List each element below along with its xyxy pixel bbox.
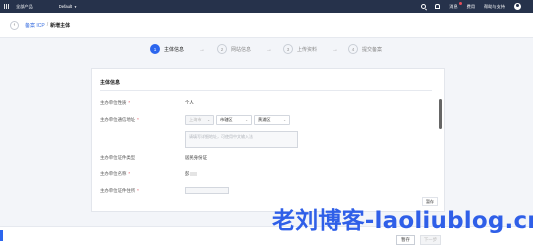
divider	[100, 90, 432, 91]
detail-address-input[interactable]: 请填写详细地址，可使用中文输入法	[185, 131, 298, 148]
step-label: 主体信息	[164, 46, 185, 53]
page-title: 新增主体	[50, 22, 71, 29]
chevron-down-icon: ⌄	[283, 118, 286, 122]
step-2: 2 网站信息	[217, 44, 251, 54]
step-4: 4 提交备案	[348, 44, 382, 54]
step-1: 1 主体信息	[150, 44, 184, 54]
city-select[interactable]: 市辖区 ⌄	[216, 115, 252, 125]
step-label: 网站信息	[231, 46, 252, 53]
chevron-down-icon: ⌄	[245, 118, 248, 122]
field-label: 主办单位通信地址 *	[100, 117, 139, 122]
search-icon[interactable]	[421, 4, 427, 9]
subject-info-card: 主体信息 主办单位性质 * 个人 主办单位通信地址 * 上海市 ⌄ 市辖区 ⌄ 黄浦区 ⌄…	[91, 68, 445, 212]
field-label: 主办单位名称 *	[100, 171, 131, 176]
watermark-text: 老刘博客-laoliublog.cn	[272, 208, 533, 234]
arrow-right-icon: →	[266, 47, 272, 53]
required-mark: *	[137, 187, 139, 193]
next-step-button[interactable]: 下一步	[420, 235, 441, 245]
chevron-down-icon: ▼	[74, 4, 78, 9]
field-unit-nature: 主办单位性质 * 个人	[100, 100, 194, 106]
step-label: 提交备案	[362, 46, 383, 53]
top-nav-right: 消息 费用 帮助与支持	[421, 0, 533, 13]
step-indicator: 1 主体信息 → 2 网站信息 → 3 上传资料 → 4 提交备案	[0, 44, 533, 58]
side-feedback-tab[interactable]	[0, 230, 3, 241]
field-unit-address: 主办单位通信地址 * 上海市 ⌄ 市辖区 ⌄ 黄浦区 ⌄	[100, 115, 292, 125]
step-number: 1	[150, 44, 160, 54]
step-number: 4	[348, 44, 358, 54]
all-products-menu[interactable]: 全部产品	[16, 4, 33, 10]
region-selector[interactable]: Default ▼	[59, 4, 77, 9]
grid-menu-icon[interactable]	[0, 0, 13, 13]
top-nav: 全部产品 Default ▼ 消息 费用 帮助与支持	[0, 0, 533, 13]
region-label: Default	[58, 4, 73, 9]
breadcrumb-separator: /	[46, 22, 49, 28]
chevron-down-icon: ⌄	[207, 118, 210, 122]
district-select[interactable]: 黄浦区 ⌄	[254, 115, 290, 125]
field-unit-name: 主办单位名称 * 彭	[100, 171, 198, 177]
arrow-right-icon: →	[332, 47, 338, 53]
unit-name-value: 彭	[185, 171, 198, 177]
help-link[interactable]: 帮助与支持	[484, 4, 505, 10]
field-label: 主办单位证件住所 *	[100, 187, 139, 193]
unread-dot	[458, 1, 462, 5]
step-3: 3 上传资料	[283, 44, 317, 54]
step-number: 3	[283, 44, 293, 54]
redacted-block	[190, 171, 198, 176]
breadcrumb-parent[interactable]: 备案 ICP	[25, 22, 45, 29]
unit-nature-value: 个人	[185, 100, 194, 105]
save-draft-button[interactable]: 暂存	[396, 235, 415, 245]
province-select: 上海市 ⌄	[185, 115, 214, 125]
required-mark: *	[137, 117, 139, 122]
field-label: 主办单位性质 *	[100, 100, 131, 105]
required-mark: *	[128, 171, 131, 176]
field-label: 主办单位证件类型	[100, 155, 136, 160]
field-id-type: 主办单位证件类型 居民身份证	[100, 155, 207, 161]
cost-link[interactable]: 费用	[467, 4, 475, 10]
breadcrumb: ‹ 备案 ICP / 新增主体	[0, 13, 533, 38]
notification-icon[interactable]	[435, 4, 441, 9]
field-id-address: 主办单位证件住所 *	[100, 187, 229, 194]
avatar[interactable]	[514, 3, 521, 10]
messages-link[interactable]: 消息	[449, 1, 462, 10]
back-icon[interactable]: ‹	[10, 20, 19, 30]
step-number: 2	[217, 44, 227, 54]
section-title: 主体信息	[100, 80, 121, 86]
id-address-input[interactable]	[185, 187, 229, 194]
step-label: 上传资料	[297, 46, 318, 53]
scrollbar[interactable]	[439, 99, 442, 129]
arrow-right-icon: →	[199, 47, 205, 53]
required-mark: *	[128, 100, 131, 105]
messages-label: 消息	[449, 3, 458, 9]
id-type-value: 居民身份证	[185, 155, 207, 160]
